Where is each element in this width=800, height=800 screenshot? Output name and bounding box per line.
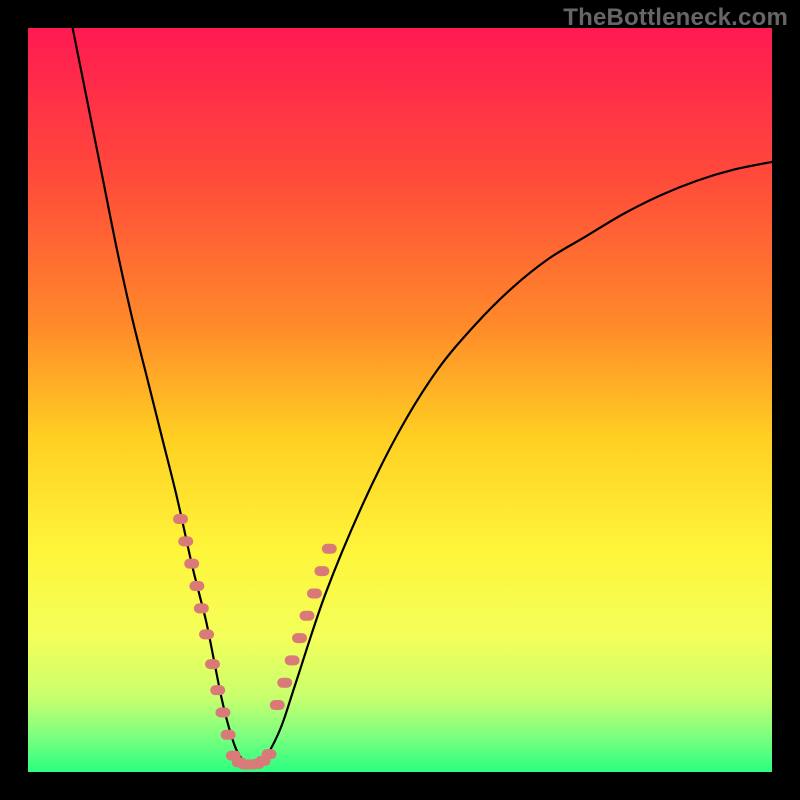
right-segment-dots-dot bbox=[300, 611, 315, 621]
left-segment-dots-dot bbox=[199, 629, 214, 639]
left-segment-dots-dot bbox=[205, 659, 220, 669]
right-segment-dots-dot bbox=[307, 588, 322, 598]
right-segment-dots-dot bbox=[270, 700, 285, 710]
left-segment-dots-dot bbox=[184, 559, 199, 569]
trough-dots-dot bbox=[262, 749, 277, 759]
left-segment-dots-dot bbox=[210, 685, 225, 695]
right-segment-dots-dot bbox=[277, 678, 292, 688]
chart-svg bbox=[28, 28, 772, 772]
left-segment-dots-dot bbox=[221, 730, 236, 740]
right-segment-dots-dot bbox=[285, 655, 300, 665]
left-segment-dots-dot bbox=[173, 514, 188, 524]
right-segment-dots-dot bbox=[314, 566, 329, 576]
left-segment-dots-dot bbox=[178, 536, 193, 546]
right-segment-dots-dot bbox=[292, 633, 307, 643]
left-segment-dots-dot bbox=[194, 603, 209, 613]
right-segment-dots-dot bbox=[322, 544, 337, 554]
left-segment-dots-dot bbox=[215, 707, 230, 717]
gradient-background bbox=[28, 28, 772, 772]
outer-black-frame: TheBottleneck.com bbox=[0, 0, 800, 800]
left-segment-dots-dot bbox=[189, 581, 204, 591]
plot-area bbox=[28, 28, 772, 772]
